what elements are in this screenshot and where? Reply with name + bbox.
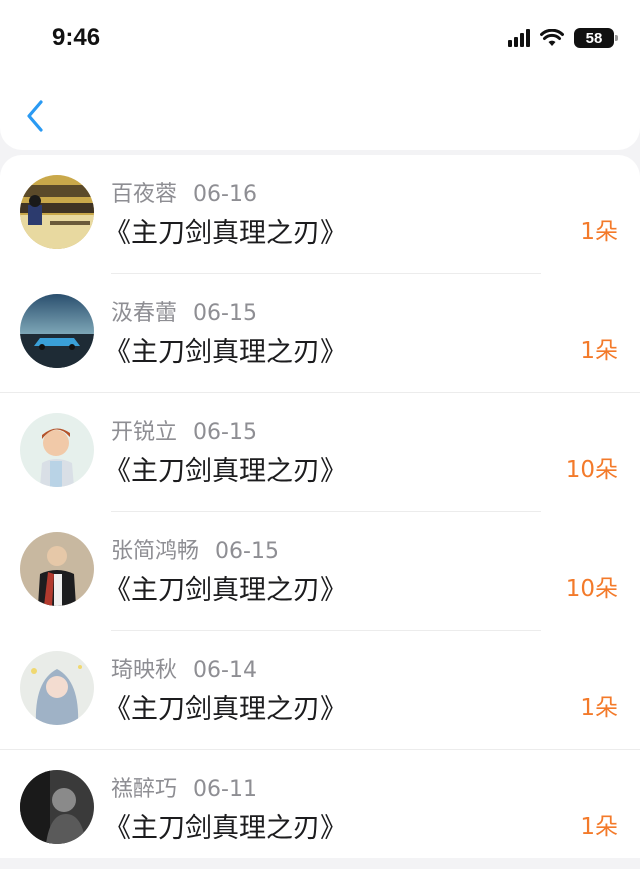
book-title: 《主刀剑真理之刃》 <box>104 337 347 368</box>
flower-count: 1朵 <box>580 695 618 721</box>
avatar[interactable] <box>20 651 94 725</box>
sender-name: 琦映秋 <box>111 658 178 683</box>
list-item[interactable]: 百夜蓉 06-16 《主刀剑真理之刃》 1朵 <box>0 155 640 274</box>
sender-name: 张简鸿畅 <box>111 539 200 564</box>
gift-date: 06-15 <box>193 420 257 445</box>
sender-line: 张简鸿畅 06-15 <box>111 533 279 565</box>
sender-line: 琦映秋 06-14 <box>111 652 257 684</box>
sender-name: 百夜蓉 <box>111 182 178 207</box>
avatar[interactable] <box>20 770 94 844</box>
flower-count: 10朵 <box>565 457 618 483</box>
list-item[interactable]: 禚醉巧 06-11 《主刀剑真理之刃》 1朵 <box>0 750 640 869</box>
status-icons: 58 <box>508 26 618 50</box>
status-time: 9:46 <box>52 24 101 51</box>
list-item[interactable]: 汲春蕾 06-15 《主刀剑真理之刃》 1朵 <box>0 274 640 393</box>
flower-count: 1朵 <box>580 814 618 840</box>
flower-count: 1朵 <box>580 338 618 364</box>
sender-line: 禚醉巧 06-11 <box>111 771 257 803</box>
avatar[interactable] <box>20 175 94 249</box>
book-title: 《主刀剑真理之刃》 <box>104 813 347 844</box>
book-title: 《主刀剑真理之刃》 <box>104 575 347 606</box>
sender-line: 百夜蓉 06-16 <box>111 176 257 208</box>
chevron-left-icon <box>27 100 43 132</box>
flower-count: 10朵 <box>565 576 618 602</box>
gift-date: 06-15 <box>215 539 279 564</box>
wifi-icon <box>540 29 564 46</box>
avatar[interactable] <box>20 294 94 368</box>
sender-line: 汲春蕾 06-15 <box>111 295 257 327</box>
list-item[interactable]: 开锐立 06-15 《主刀剑真理之刃》 10朵 <box>0 393 640 512</box>
gift-date: 06-16 <box>193 182 257 207</box>
list-item[interactable]: 琦映秋 06-14 《主刀剑真理之刃》 1朵 <box>0 631 640 750</box>
book-title: 《主刀剑真理之刃》 <box>104 218 347 249</box>
sender-name: 禚醉巧 <box>111 777 178 802</box>
avatar[interactable] <box>20 532 94 606</box>
back-button[interactable] <box>22 96 52 136</box>
avatar[interactable] <box>20 413 94 487</box>
book-title: 《主刀剑真理之刃》 <box>104 694 347 725</box>
top-bar: 9:46 58 <box>0 0 640 150</box>
gift-list: 百夜蓉 06-16 《主刀剑真理之刃》 1朵 汲春蕾 06-15 《主刀剑真理之刃》… <box>0 155 640 858</box>
gift-date: 06-11 <box>193 777 257 802</box>
battery-icon: 58 <box>574 28 618 48</box>
sender-line: 开锐立 06-15 <box>111 414 257 446</box>
gift-date: 06-14 <box>193 658 257 683</box>
list-item[interactable]: 张简鸿畅 06-15 《主刀剑真理之刃》 10朵 <box>0 512 640 631</box>
sender-name: 汲春蕾 <box>111 301 178 326</box>
sender-name: 开锐立 <box>111 420 178 445</box>
cellular-signal-icon <box>508 29 530 47</box>
book-title: 《主刀剑真理之刃》 <box>104 456 347 487</box>
gift-date: 06-15 <box>193 301 257 326</box>
flower-count: 1朵 <box>580 219 618 245</box>
